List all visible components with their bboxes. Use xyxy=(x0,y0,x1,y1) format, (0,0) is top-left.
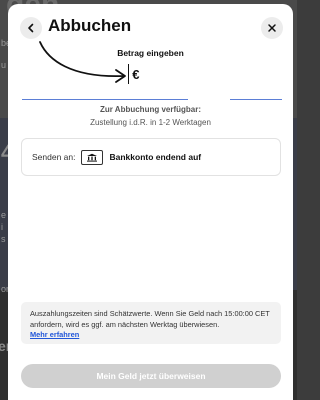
transfer-money-button[interactable]: Mein Geld jetzt überweisen xyxy=(21,364,281,388)
payout-notice: Auszahlungszeiten sind Schätzwerte. Wenn… xyxy=(21,302,281,344)
chevron-left-icon xyxy=(28,23,34,33)
amount-underline xyxy=(22,99,188,100)
payout-notice-text: Auszahlungszeiten sind Schätzwerte. Wenn… xyxy=(30,309,270,329)
text-caret xyxy=(128,64,130,84)
bank-icon xyxy=(81,149,104,165)
send-to-label: Senden an: xyxy=(32,152,76,162)
delivery-estimate: Zustellung i.d.R. in 1-2 Werktagen xyxy=(90,118,211,127)
modal-title: Abbuchen xyxy=(48,16,132,35)
background-text-fragment: u xyxy=(1,60,7,70)
learn-more-link[interactable]: Mehr erfahren xyxy=(30,330,79,339)
back-button[interactable] xyxy=(20,17,42,39)
close-button[interactable] xyxy=(261,17,283,39)
amount-input[interactable]: € xyxy=(128,62,178,86)
background-text-fragment: e xyxy=(1,210,7,220)
availability-title: Zur Abbuchung verfügbar: xyxy=(99,105,202,114)
close-icon xyxy=(268,24,276,32)
amount-label: Betrag eingeben xyxy=(117,48,184,58)
send-to-selector[interactable]: Senden an: Bankkonto endend auf xyxy=(21,138,281,176)
background-text-fragment: s xyxy=(1,234,6,244)
bank-account-name: Bankkonto endend auf xyxy=(109,152,202,162)
background-text-fragment: i xyxy=(1,222,3,232)
amount-underline xyxy=(230,99,282,100)
currency-symbol: € xyxy=(132,66,140,82)
withdraw-modal: Abbuchen Betrag eingeben € Zur Abbuchung… xyxy=(8,4,293,400)
